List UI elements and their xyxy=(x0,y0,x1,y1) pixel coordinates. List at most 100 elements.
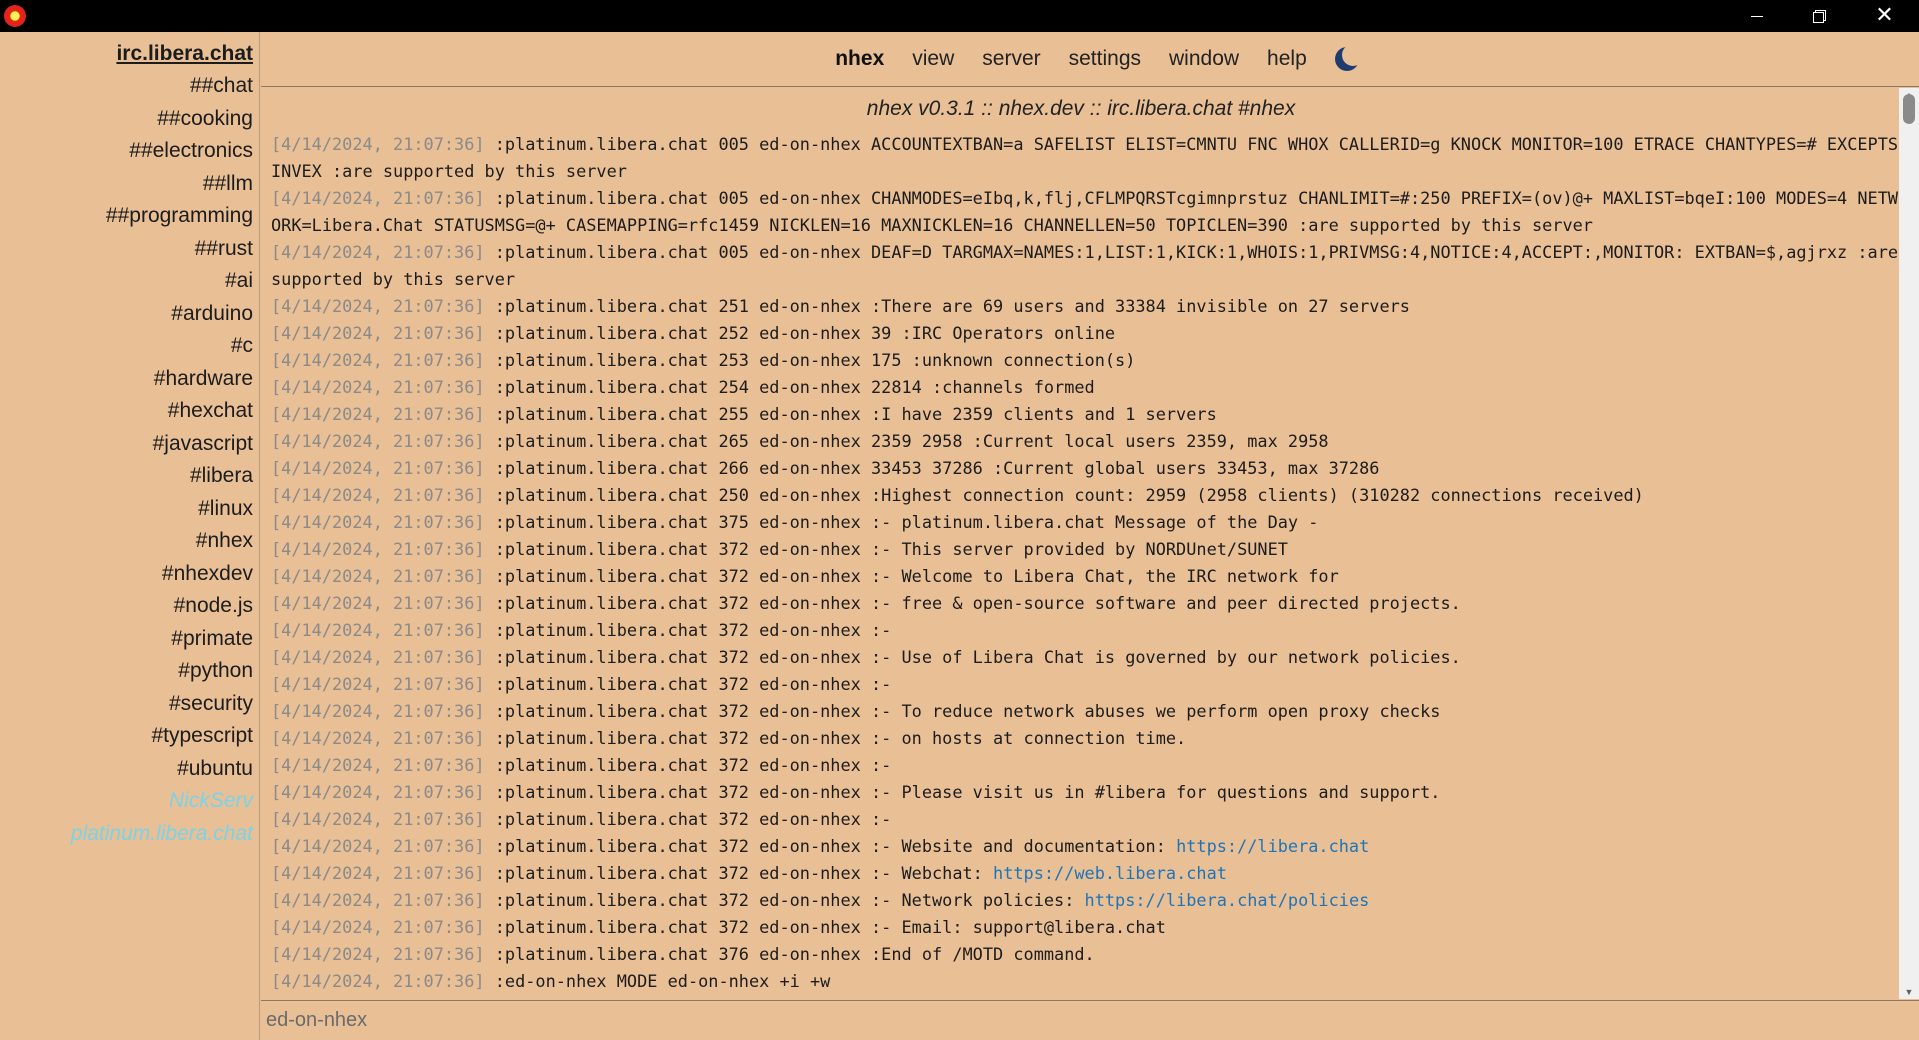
log-line: [4/14/2024, 21:07:36] :platinum.libera.c… xyxy=(271,590,1899,617)
log-text: :platinum.libera.chat 372 ed-on-nhex :- … xyxy=(494,566,1339,586)
sidebar-channel[interactable]: #python xyxy=(0,655,253,688)
log-line: [4/14/2024, 21:07:36] :platinum.libera.c… xyxy=(271,860,1899,887)
log-text: :platinum.libera.chat 372 ed-on-nhex :- … xyxy=(494,917,1166,937)
log-line: [4/14/2024, 21:07:36] :platinum.libera.c… xyxy=(271,536,1899,563)
log-timestamp: [4/14/2024, 21:07:36] xyxy=(271,188,485,208)
sidebar-channel[interactable]: #ubuntu xyxy=(0,753,253,786)
main-panel: nhex view server settings window help nh… xyxy=(261,32,1919,1040)
moon-icon[interactable] xyxy=(1334,44,1364,71)
log-text: :platinum.libera.chat 005 ed-on-nhex CHA… xyxy=(271,188,1899,235)
sidebar-channel[interactable]: #nhexdev xyxy=(0,558,253,591)
log-timestamp: [4/14/2024, 21:07:36] xyxy=(271,485,485,505)
menu-help[interactable]: help xyxy=(1267,47,1307,71)
log-timestamp: [4/14/2024, 21:07:36] xyxy=(271,512,485,532)
sidebar-channel[interactable]: #ai xyxy=(0,265,253,298)
close-button[interactable]: ✕ xyxy=(1850,0,1919,32)
menu-view[interactable]: view xyxy=(912,47,954,71)
restore-button[interactable] xyxy=(1788,0,1850,32)
log-link[interactable]: https://web.libera.chat xyxy=(993,863,1227,883)
log-text: :platinum.libera.chat 372 ed-on-nhex :- xyxy=(494,809,892,829)
menu-window[interactable]: window xyxy=(1169,47,1239,71)
log-line: [4/14/2024, 21:07:36] :platinum.libera.c… xyxy=(271,347,1899,374)
log-line: [4/14/2024, 21:07:36] :platinum.libera.c… xyxy=(271,320,1899,347)
log-text: :ed-on-nhex MODE ed-on-nhex +i +w xyxy=(494,971,831,991)
minimize-button[interactable] xyxy=(1726,0,1788,32)
log-line: [4/14/2024, 21:07:36] :platinum.libera.c… xyxy=(271,698,1899,725)
scroll-down-icon[interactable]: ▼ xyxy=(1899,985,1919,999)
log-text: :platinum.libera.chat 005 ed-on-nhex ACC… xyxy=(271,134,1899,181)
log-text: :platinum.libera.chat 250 ed-on-nhex :Hi… xyxy=(494,485,1644,505)
log-line: [4/14/2024, 21:07:36] :platinum.libera.c… xyxy=(271,833,1899,860)
log-text: :platinum.libera.chat 251 ed-on-nhex :Th… xyxy=(494,296,1410,316)
log-timestamp: [4/14/2024, 21:07:36] xyxy=(271,620,485,640)
log-text: :platinum.libera.chat 372 ed-on-nhex :- … xyxy=(494,782,1441,802)
log-timestamp: [4/14/2024, 21:07:36] xyxy=(271,782,485,802)
log-line: [4/14/2024, 21:07:36] :platinum.libera.c… xyxy=(271,941,1899,968)
sidebar-query[interactable]: platinum.libera.chat xyxy=(0,818,253,851)
log-line: [4/14/2024, 21:07:36] :platinum.libera.c… xyxy=(271,644,1899,671)
app-sun-icon[interactable] xyxy=(4,5,26,27)
sidebar-query[interactable]: NickServ xyxy=(0,785,253,818)
log-line: [4/14/2024, 21:07:36] :platinum.libera.c… xyxy=(271,374,1899,401)
menu-brand[interactable]: nhex xyxy=(835,47,884,71)
sidebar-channel[interactable]: #node.js xyxy=(0,590,253,623)
menu-settings[interactable]: settings xyxy=(1069,47,1141,71)
message-log: [4/14/2024, 21:07:36] :platinum.libera.c… xyxy=(271,131,1899,999)
sidebar-channel[interactable]: #linux xyxy=(0,493,253,526)
title-bar: ✕ xyxy=(0,0,1919,32)
log-timestamp: [4/14/2024, 21:07:36] xyxy=(271,890,485,910)
log-timestamp: [4/14/2024, 21:07:36] xyxy=(271,863,485,883)
log-timestamp: [4/14/2024, 21:07:36] xyxy=(271,377,485,397)
sidebar-channel[interactable]: #primate xyxy=(0,623,253,656)
log-timestamp: [4/14/2024, 21:07:36] xyxy=(271,323,485,343)
minimize-icon xyxy=(1751,15,1763,17)
restore-icon xyxy=(1813,10,1826,23)
sidebar-channel[interactable]: ##electronics xyxy=(0,135,253,168)
log-timestamp: [4/14/2024, 21:07:36] xyxy=(271,404,485,424)
log-line: [4/14/2024, 21:07:36] :platinum.libera.c… xyxy=(271,239,1899,293)
log-timestamp: [4/14/2024, 21:07:36] xyxy=(271,539,485,559)
sidebar-channel[interactable]: #arduino xyxy=(0,298,253,331)
log-text: :platinum.libera.chat 252 ed-on-nhex 39 … xyxy=(494,323,1116,343)
sidebar-channel[interactable]: #typescript xyxy=(0,720,253,753)
log-timestamp: [4/14/2024, 21:07:36] xyxy=(271,944,485,964)
log-timestamp: [4/14/2024, 21:07:36] xyxy=(271,350,485,370)
sidebar-channel[interactable]: ##chat xyxy=(0,70,253,103)
message-input[interactable] xyxy=(261,1001,1919,1040)
sidebar-server[interactable]: irc.libera.chat xyxy=(0,37,253,70)
log-line: [4/14/2024, 21:07:36] :platinum.libera.c… xyxy=(271,779,1899,806)
sidebar-channel[interactable]: #c xyxy=(0,330,253,363)
menu-bar: nhex view server settings window help xyxy=(261,32,1919,87)
log-timestamp: [4/14/2024, 21:07:36] xyxy=(271,728,485,748)
log-text: :platinum.libera.chat 005 ed-on-nhex DEA… xyxy=(271,242,1899,289)
scroll-thumb[interactable] xyxy=(1903,94,1915,124)
log-link[interactable]: https://libera.chat/policies xyxy=(1085,890,1370,910)
log-link[interactable]: https://libera.chat xyxy=(1176,836,1369,856)
log-text: :platinum.libera.chat 255 ed-on-nhex :I … xyxy=(494,404,1217,424)
log-line: [4/14/2024, 21:07:36] :platinum.libera.c… xyxy=(271,617,1899,644)
sidebar-channel[interactable]: #hexchat xyxy=(0,395,253,428)
log-line: [4/14/2024, 21:07:36] :platinum.libera.c… xyxy=(271,401,1899,428)
log-line: [4/14/2024, 21:07:36] :platinum.libera.c… xyxy=(271,752,1899,779)
sidebar-channel[interactable]: #hardware xyxy=(0,363,253,396)
log-timestamp: [4/14/2024, 21:07:36] xyxy=(271,809,485,829)
log-line: [4/14/2024, 21:07:36] :platinum.libera.c… xyxy=(271,185,1899,239)
log-line: [4/14/2024, 21:07:36] :platinum.libera.c… xyxy=(271,293,1899,320)
sidebar-channel[interactable]: #libera xyxy=(0,460,253,493)
sidebar-channel[interactable]: ##llm xyxy=(0,168,253,201)
sidebar-channel[interactable]: #nhex xyxy=(0,525,253,558)
log-line: [4/14/2024, 21:07:36] :platinum.libera.c… xyxy=(271,914,1899,941)
sidebar-channel[interactable]: #security xyxy=(0,688,253,721)
log-text: :platinum.libera.chat 254 ed-on-nhex 228… xyxy=(494,377,1095,397)
query-list: NickServ platinum.libera.chat xyxy=(0,785,253,850)
menu-server[interactable]: server xyxy=(982,47,1040,71)
sidebar-channel[interactable]: ##cooking xyxy=(0,103,253,136)
log-scrollbar[interactable]: ▲ ▼ xyxy=(1899,88,1919,999)
log-text: :platinum.libera.chat 265 ed-on-nhex 235… xyxy=(494,431,1329,451)
log-timestamp: [4/14/2024, 21:07:36] xyxy=(271,674,485,694)
log-text: :platinum.libera.chat 376 ed-on-nhex :En… xyxy=(494,944,1095,964)
sidebar-channel[interactable]: ##rust xyxy=(0,233,253,266)
sidebar-channel[interactable]: ##programming xyxy=(0,200,253,233)
sidebar-channel[interactable]: #javascript xyxy=(0,428,253,461)
log-text: :platinum.libera.chat 372 ed-on-nhex :- … xyxy=(494,539,1288,559)
